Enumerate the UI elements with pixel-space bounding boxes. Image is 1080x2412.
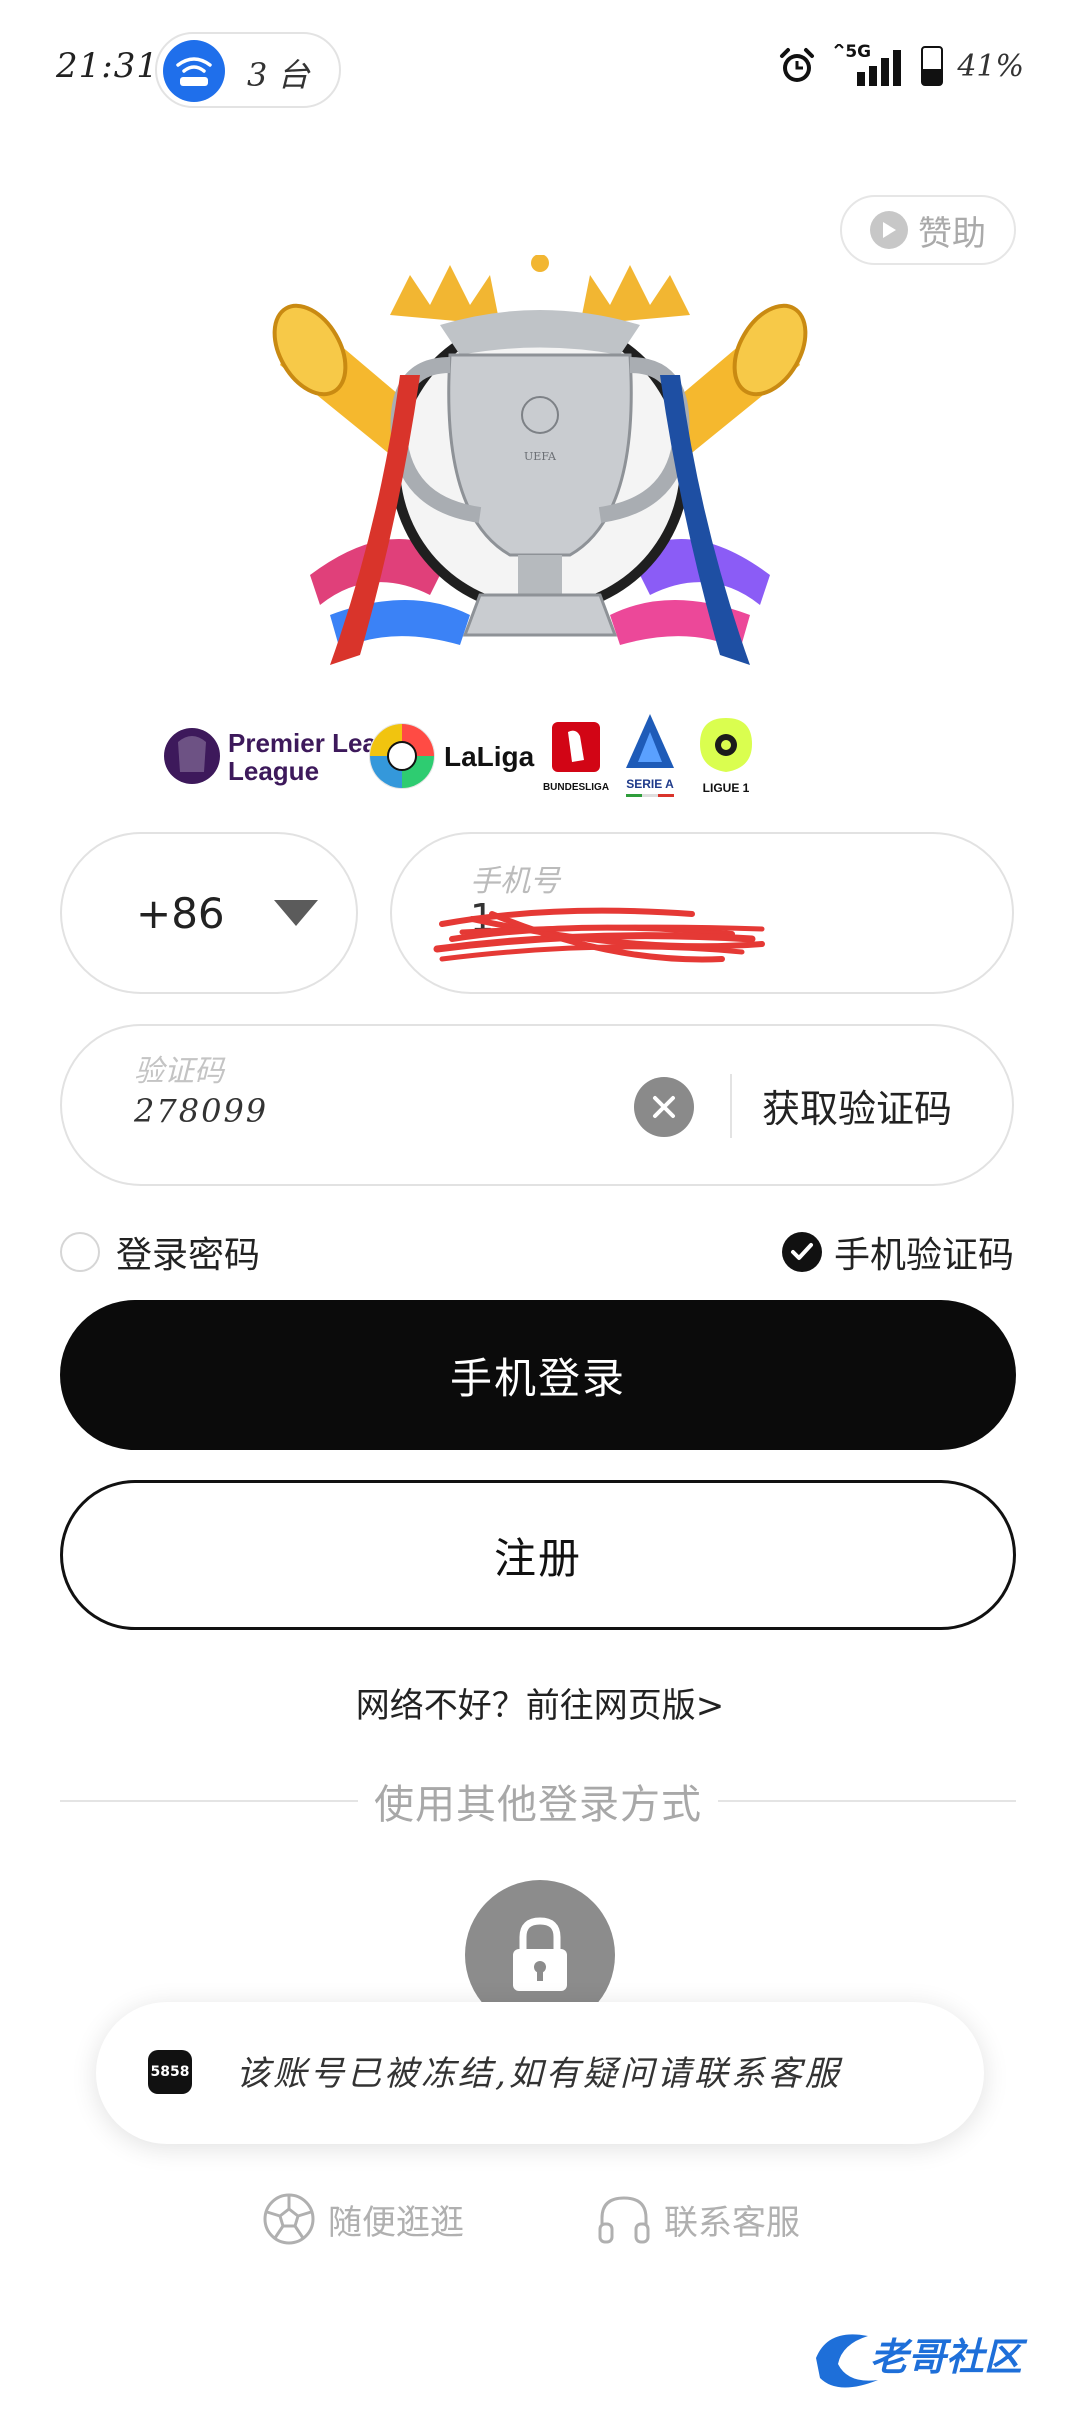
sponsor-label: 赞助: [918, 213, 986, 254]
checkmark-icon: [781, 1232, 822, 1272]
trophy-inscription: UEFA: [524, 450, 557, 463]
svg-text:League: League: [228, 756, 319, 786]
toast-text: 该账号已被冻结,如有疑问请联系客服: [236, 2054, 842, 2094]
country-code-select[interactable]: +86: [60, 832, 358, 994]
watermark-logo: 老哥社区: [816, 2334, 1028, 2388]
code-value: 278099: [134, 1092, 269, 1130]
divider-line: [60, 1800, 358, 1802]
alarm-icon: [780, 48, 815, 82]
ligue-1-logo: LIGUE 1: [700, 718, 752, 795]
customer-service-link[interactable]: 联系客服: [596, 2192, 800, 2246]
radio-unchecked-icon: [60, 1232, 100, 1272]
country-code-value: +86: [136, 888, 225, 938]
register-button[interactable]: 注册: [60, 1480, 1016, 1630]
signal-icon: 5G: [831, 42, 907, 88]
headphones-icon: [598, 2196, 650, 2244]
league-ligue-1: LIGUE 1: [703, 781, 750, 795]
sms-login-label: 手机验证码: [833, 1235, 1014, 1276]
browse-link[interactable]: 随便逛逛: [262, 2192, 464, 2246]
bundesliga-logo: BUNDESLIGA: [543, 722, 609, 793]
league-logos: Premier League League LaLiga BUNDESLIGA …: [164, 714, 752, 797]
hotspot-pill[interactable]: 3 台: [155, 32, 341, 108]
battery-percent: 41%: [957, 48, 1024, 84]
redaction-scribble: [433, 907, 765, 963]
app-logo-icon: 5858: [148, 2050, 192, 2094]
other-login-label: 使用其他登录方式: [374, 1782, 702, 1828]
toast-message: 5858 该账号已被冻结,如有疑问请联系客服: [96, 2002, 984, 2144]
login-button[interactable]: 手机登录: [60, 1300, 1016, 1450]
web-version-link[interactable]: 网络不好？前往网页版>: [0, 1678, 1080, 1727]
code-placeholder: 验证码: [134, 1054, 224, 1089]
watermark-text: 老哥社区: [870, 2335, 1028, 2379]
wifi-router-icon: [163, 40, 225, 102]
league-serie-a: SERIE A: [626, 777, 674, 791]
verification-code-input[interactable]: 验证码 278099 获取验证码: [60, 1024, 1014, 1186]
lock-icon: [513, 1917, 567, 1991]
password-login-option[interactable]: 登录密码: [60, 1226, 260, 1278]
browse-label: 随便逛逛: [328, 2202, 464, 2243]
divider: [730, 1074, 732, 1138]
dropdown-arrow-icon: [274, 900, 318, 926]
other-login-divider: 使用其他登录方式: [60, 1776, 1016, 1828]
divider-line: [718, 1800, 1016, 1802]
serie-a-logo: SERIE A: [626, 714, 674, 797]
trophy-illustration: UEFA: [272, 255, 808, 665]
laliga-logo: LaLiga: [369, 723, 535, 789]
status-icons: 5G 41%: [777, 42, 1024, 88]
status-time: 21:31: [56, 46, 159, 86]
play-icon: [870, 211, 908, 249]
get-code-button[interactable]: 获取验证码: [762, 1078, 952, 1133]
phone-input[interactable]: 手机号 1: [390, 832, 1014, 994]
sponsor-button[interactable]: 赞助: [840, 195, 1016, 265]
league-laliga: LaLiga: [444, 741, 535, 772]
close-icon: [653, 1096, 675, 1118]
sms-login-option[interactable]: 手机验证码: [781, 1226, 1014, 1278]
league-bundesliga: BUNDESLIGA: [543, 782, 609, 793]
clear-input-button[interactable]: [634, 1077, 694, 1137]
battery-icon: [921, 46, 944, 86]
hotspot-count: 3 台: [247, 56, 310, 94]
customer-service-label: 联系客服: [664, 2202, 800, 2243]
football-icon: [263, 2193, 315, 2245]
password-login-label: 登录密码: [116, 1235, 261, 1276]
